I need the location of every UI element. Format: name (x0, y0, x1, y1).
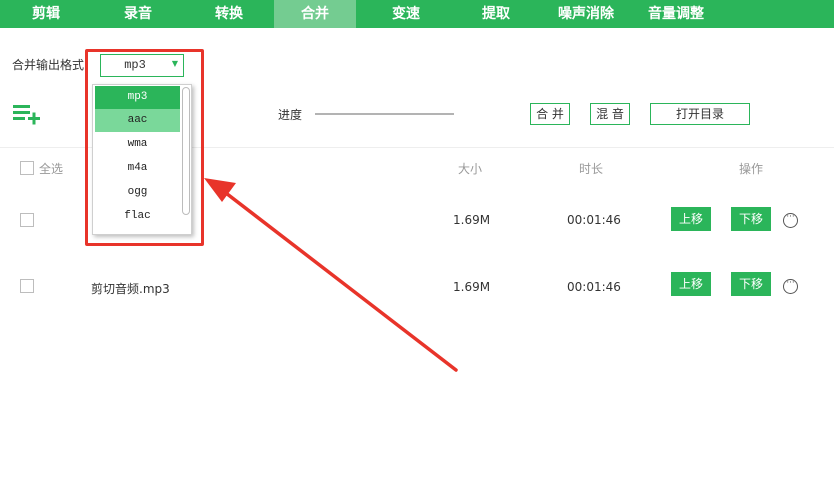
output-format-label: 合并输出格式 (12, 58, 85, 72)
annotation-highlight-box (85, 49, 204, 246)
row-checkbox[interactable] (20, 279, 34, 293)
row-duration: 00:01:46 (567, 213, 621, 227)
tab-volume-adjust[interactable]: 音量调整 (636, 0, 716, 28)
more-options-icon[interactable]: ··· (783, 279, 798, 294)
tab-speed[interactable]: 变速 (356, 0, 456, 28)
row-checkbox[interactable] (20, 213, 34, 227)
column-actions: 操作 (739, 162, 764, 176)
tab-extract[interactable]: 提取 (456, 0, 536, 28)
tab-convert[interactable]: 转换 (184, 0, 274, 28)
move-up-button[interactable]: 上移 (671, 272, 711, 296)
mix-button[interactable]: 混 音 (590, 103, 630, 125)
open-directory-button[interactable]: 打开目录 (650, 103, 750, 125)
row-file-name: 剪切音频.mp3 (91, 282, 170, 296)
row-size: 1.69M (453, 280, 491, 294)
more-options-icon[interactable]: ··· (783, 213, 798, 228)
select-all-label: 全选 (39, 162, 64, 176)
progress-label: 进度 (278, 108, 303, 122)
top-tab-bar: 剪辑 录音 转换 合并 变速 提取 噪声消除 音量调整 (0, 0, 834, 28)
merge-button[interactable]: 合 并 (530, 103, 570, 125)
add-list-icon[interactable] (13, 103, 43, 125)
move-down-button[interactable]: 下移 (731, 207, 771, 231)
tab-merge[interactable]: 合并 (274, 0, 356, 28)
progress-bar (315, 113, 454, 115)
row-duration: 00:01:46 (567, 280, 621, 294)
tab-noise-removal[interactable]: 噪声消除 (536, 0, 636, 28)
column-duration: 时长 (579, 162, 604, 176)
column-size: 大小 (458, 162, 483, 176)
tab-record[interactable]: 录音 (92, 0, 184, 28)
row-size: 1.69M (453, 213, 491, 227)
select-all-checkbox[interactable] (20, 161, 34, 175)
move-down-button[interactable]: 下移 (731, 272, 771, 296)
tab-cut[interactable]: 剪辑 (0, 0, 92, 28)
move-up-button[interactable]: 上移 (671, 207, 711, 231)
